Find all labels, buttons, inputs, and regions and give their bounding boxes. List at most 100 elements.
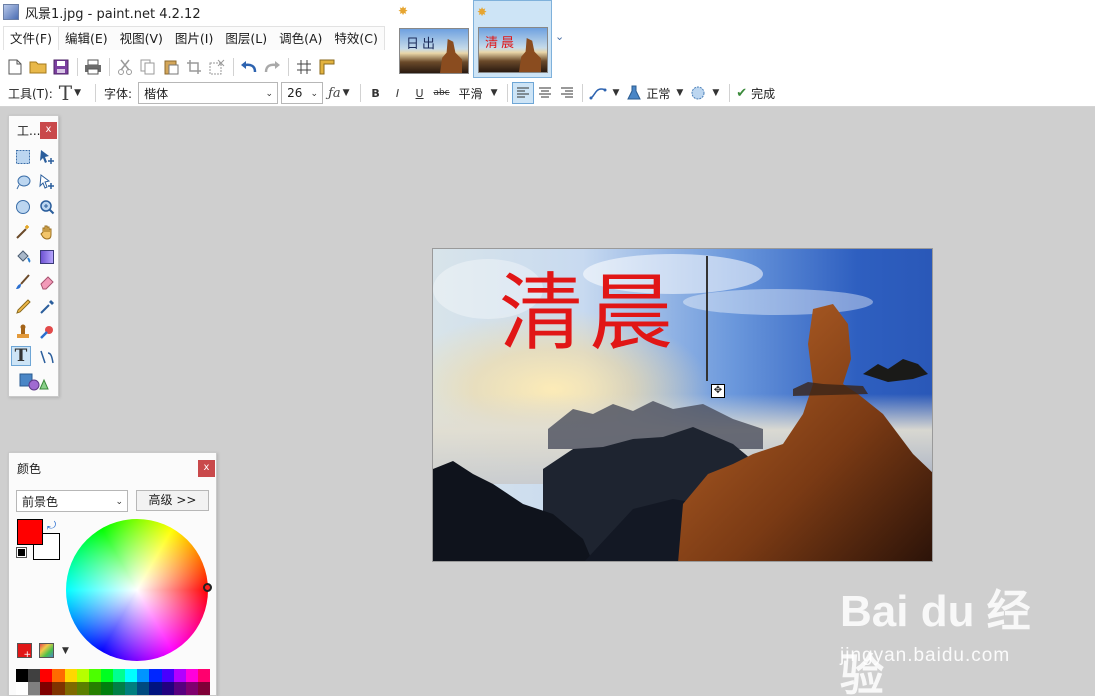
lasso-select-icon[interactable] [13, 172, 33, 192]
palette-swatch[interactable] [113, 682, 126, 695]
palette-swatch[interactable] [197, 669, 210, 682]
palette-menu-icon[interactable] [39, 643, 54, 658]
undo-icon[interactable] [238, 56, 260, 78]
chevron-down-icon[interactable]: ▼ [676, 88, 683, 98]
palette-swatch[interactable] [28, 682, 41, 695]
copy-icon[interactable] [137, 56, 159, 78]
line-curve-icon[interactable] [37, 347, 57, 367]
palette-swatch[interactable] [161, 669, 174, 682]
palette-swatch[interactable] [52, 682, 65, 695]
chevron-down-icon[interactable]: ▼ [491, 88, 498, 98]
primary-color-swatch[interactable] [17, 519, 43, 545]
strikethrough-button[interactable]: abc [431, 88, 453, 98]
menu-layers[interactable]: 图层(L) [219, 27, 273, 50]
palette-swatch[interactable] [113, 669, 126, 682]
underline-button[interactable]: U [409, 87, 431, 100]
text-tool-icon[interactable]: T [11, 346, 31, 366]
palette-swatch[interactable] [52, 669, 65, 682]
font-smoothing-icon[interactable]: ƒa [328, 86, 341, 101]
palette-swatch[interactable] [28, 669, 41, 682]
palette-swatch[interactable] [149, 669, 162, 682]
palette-swatch[interactable] [16, 682, 29, 695]
paintbrush-icon[interactable] [13, 272, 33, 292]
image-tab-morning[interactable]: ✸ 清晨 [473, 0, 552, 78]
chevron-down-icon[interactable]: ▼ [612, 88, 619, 98]
text-tool-selector-icon[interactable]: T [59, 81, 72, 105]
color-wheel-picker-handle[interactable] [203, 583, 212, 592]
align-center-button[interactable] [534, 82, 556, 104]
chevron-down-icon[interactable]: ▼ [62, 646, 69, 656]
menu-image[interactable]: 图片(I) [169, 27, 219, 50]
palette-swatch[interactable] [64, 669, 77, 682]
palette-swatch[interactable] [125, 682, 138, 695]
font-family-dropdown[interactable]: 楷体 ⌄ [138, 82, 279, 104]
move-selection-icon[interactable] [37, 172, 57, 192]
palette-swatch[interactable] [76, 669, 89, 682]
move-handle-icon[interactable]: ✥ [711, 384, 725, 398]
menu-file[interactable]: 文件(F) [4, 27, 59, 50]
colors-panel-close-button[interactable]: x [198, 460, 215, 477]
palette-swatch[interactable] [76, 682, 89, 695]
palette-swatch[interactable] [161, 682, 174, 695]
save-icon[interactable] [50, 56, 72, 78]
add-to-palette-icon[interactable]: + [17, 643, 32, 660]
checkmark-icon[interactable]: ✔ [736, 86, 747, 101]
rulers-icon[interactable] [316, 56, 338, 78]
palette-swatch[interactable] [173, 682, 186, 695]
paste-icon[interactable] [160, 56, 182, 78]
palette-swatch[interactable] [88, 669, 101, 682]
align-right-button[interactable] [556, 82, 578, 104]
color-picker-icon[interactable] [37, 297, 57, 317]
palette-swatch[interactable] [125, 669, 138, 682]
chevron-down-icon[interactable]: ▼ [74, 88, 81, 98]
palette-swatch[interactable] [185, 669, 198, 682]
italic-button[interactable]: I [387, 87, 409, 100]
rectangle-select-icon[interactable] [13, 147, 33, 167]
tools-panel-close-button[interactable]: x [40, 122, 57, 139]
antialiasing-curve-icon[interactable] [587, 82, 609, 104]
zoom-icon[interactable] [37, 197, 57, 217]
grid-icon[interactable] [293, 56, 315, 78]
palette-swatch[interactable] [173, 669, 186, 682]
image-canvas[interactable]: 清晨 ✥ [432, 248, 933, 562]
palette-swatch[interactable] [137, 682, 150, 695]
move-selected-pixels-icon[interactable] [37, 147, 57, 167]
pencil-icon[interactable] [13, 297, 33, 317]
gradient-icon[interactable] [37, 247, 57, 267]
color-wheel[interactable] [66, 519, 208, 661]
palette-swatch[interactable] [40, 682, 53, 695]
palette-swatch[interactable] [149, 682, 162, 695]
align-left-button[interactable] [512, 82, 535, 104]
menu-adjustments[interactable]: 调色(A) [273, 27, 328, 50]
menu-effects[interactable]: 特效(C) [328, 27, 383, 50]
palette-swatch[interactable] [40, 669, 53, 682]
chevron-down-icon[interactable]: ▼ [712, 88, 719, 98]
pan-hand-icon[interactable] [37, 222, 57, 242]
font-size-dropdown[interactable]: 26 ⌄ [281, 82, 324, 104]
selection-clipping-icon[interactable] [687, 82, 709, 104]
print-icon[interactable] [82, 56, 104, 78]
blend-mode-flask-icon[interactable] [623, 82, 645, 104]
advanced-button[interactable]: 高级 >> [136, 490, 209, 511]
menu-edit[interactable]: 编辑(E) [59, 27, 114, 50]
image-tab-sunrise[interactable]: ✸ 日出 [395, 0, 473, 78]
crop-icon[interactable] [183, 56, 205, 78]
eraser-icon[interactable] [37, 272, 57, 292]
open-folder-icon[interactable] [27, 56, 49, 78]
cut-icon[interactable] [114, 56, 136, 78]
tabs-overflow-chevron-icon[interactable]: ⌄ [555, 30, 564, 43]
palette-swatch[interactable] [137, 669, 150, 682]
palette-swatch[interactable] [100, 669, 113, 682]
palette-swatch[interactable] [197, 682, 210, 695]
color-target-dropdown[interactable]: 前景色 ⌄ [16, 490, 128, 512]
deselect-icon[interactable] [206, 56, 228, 78]
palette-swatch[interactable] [185, 682, 198, 695]
palette-swatch[interactable] [16, 669, 29, 682]
clone-stamp-icon[interactable] [13, 322, 33, 342]
chevron-down-icon[interactable]: ▼ [343, 88, 350, 98]
palette-swatch[interactable] [64, 682, 77, 695]
antialias-dropdown[interactable]: 平滑 [459, 85, 483, 102]
canvas-text-layer[interactable]: 清晨 [499, 271, 679, 355]
menu-view[interactable]: 视图(V) [114, 27, 169, 50]
blend-mode-value[interactable]: 正常 [646, 85, 670, 102]
